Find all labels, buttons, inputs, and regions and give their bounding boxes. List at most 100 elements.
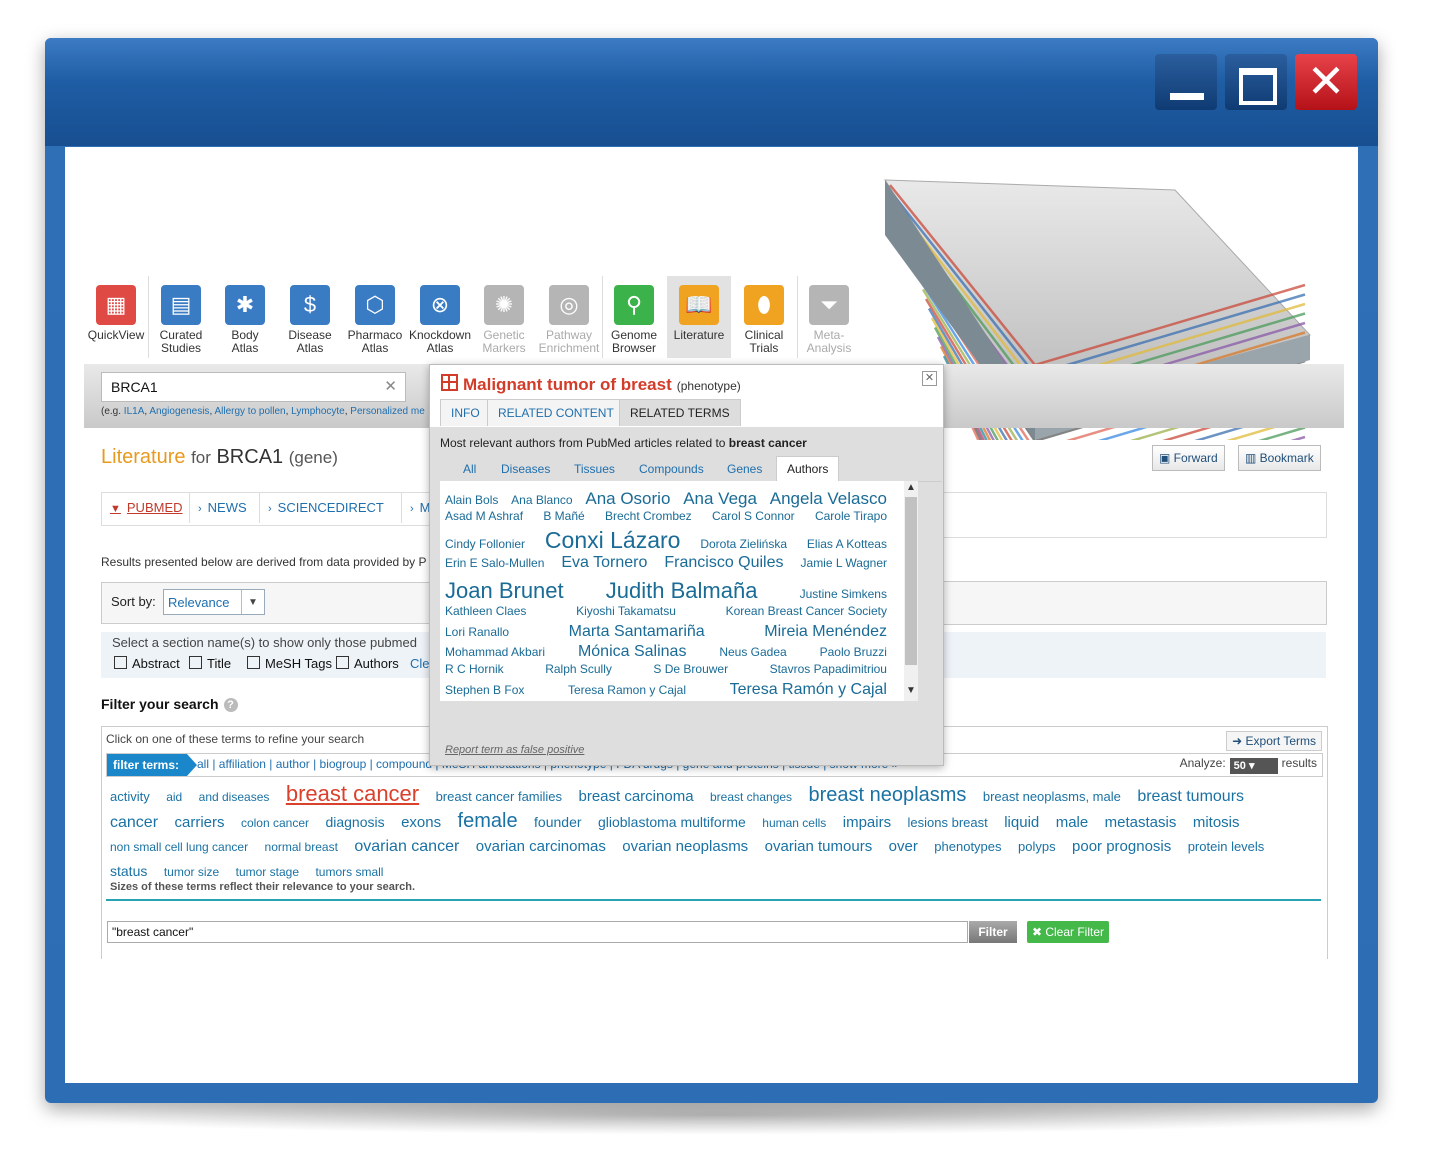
author-link[interactable]: Judith Balmaña xyxy=(606,578,758,604)
author-link[interactable]: Alain Bols xyxy=(445,493,498,507)
filter-term[interactable]: carriers xyxy=(174,814,224,831)
popup-close-icon[interactable]: ✕ xyxy=(922,371,937,386)
popup-tab-info[interactable]: INFO xyxy=(440,399,491,426)
filter-term[interactable]: ovarian neoplasms xyxy=(622,838,748,855)
filter-term[interactable]: glioblastoma multiforme xyxy=(598,814,746,830)
filter-term[interactable]: poor prognosis xyxy=(1072,838,1171,855)
source-tab-pubmed[interactable]: ▼ PUBMED xyxy=(102,493,190,523)
filter-term[interactable]: liquid xyxy=(1004,814,1039,831)
author-link[interactable]: Kathleen Claes xyxy=(445,604,526,618)
author-link[interactable]: Teresa Ramón y Cajal xyxy=(730,681,887,699)
author-tab-compounds[interactable]: Compounds xyxy=(639,457,704,481)
author-link[interactable]: Dorota Zielińska xyxy=(700,537,787,551)
filter-term[interactable]: ovarian cancer xyxy=(354,838,459,855)
filter-term[interactable]: normal breast xyxy=(265,840,338,854)
filter-term[interactable]: diagnosis xyxy=(325,814,384,830)
author-tab-authors[interactable]: Authors xyxy=(776,456,840,482)
author-link[interactable]: Kiyoshi Takamatsu xyxy=(576,604,676,618)
author-link[interactable]: R C Hornik xyxy=(445,662,504,676)
filter-term[interactable]: breast neoplasms xyxy=(809,784,967,806)
help-icon[interactable]: ? xyxy=(223,698,238,712)
author-link[interactable]: Korean Breast Cancer Society xyxy=(726,604,887,618)
author-link[interactable]: Jamie L Wagner xyxy=(801,556,887,570)
example-link[interactable]: Allergy to pollen xyxy=(214,406,285,417)
author-link[interactable]: Angela Velasco xyxy=(770,489,887,509)
filter-term[interactable]: protein levels xyxy=(1188,839,1265,854)
author-link[interactable]: Marta Santamariña xyxy=(569,623,705,641)
author-link[interactable]: Joan Brunet xyxy=(445,578,564,604)
nav-literature[interactable]: 📖 Literature xyxy=(667,276,731,358)
export-terms-button[interactable]: ➜ Export Terms xyxy=(1226,731,1322,751)
popup-tab-related-terms[interactable]: RELATED TERMS xyxy=(619,399,741,426)
filter-term[interactable]: cancer xyxy=(110,814,158,831)
filter-term[interactable]: tumors small xyxy=(315,865,383,879)
nav-quickview[interactable]: ▦ QuickView xyxy=(84,276,148,342)
filter-term[interactable]: colon cancer xyxy=(241,816,309,830)
nav-meta[interactable]: ⏷ Meta- Analysis xyxy=(797,276,861,355)
section-checkbox-authors[interactable]: Authors xyxy=(336,656,399,671)
filter-term[interactable]: aid xyxy=(166,790,182,804)
search-input[interactable]: BRCA1 ✕ xyxy=(101,372,406,402)
author-tab-tissues[interactable]: Tissues xyxy=(574,457,615,481)
filter-term[interactable]: non small cell lung cancer xyxy=(110,840,248,854)
filter-button[interactable]: Filter xyxy=(969,921,1017,943)
filter-term[interactable]: ovarian tumours xyxy=(765,838,873,855)
author-link[interactable]: Teresa Ramon y Cajal xyxy=(568,683,686,697)
clear-search-icon[interactable]: ✕ xyxy=(384,373,397,401)
maximize-button[interactable] xyxy=(1225,54,1287,110)
author-link[interactable]: Mireia Menéndez xyxy=(764,623,887,641)
example-link[interactable]: Personalized me xyxy=(350,406,424,417)
author-link[interactable]: Carol S Connor xyxy=(712,509,795,523)
author-link[interactable]: Conxi Lázaro xyxy=(545,527,681,554)
author-link[interactable]: Eva Tornero xyxy=(561,554,647,572)
example-link[interactable]: Lymphocyte xyxy=(291,406,345,417)
author-link[interactable]: Brecht Crombez xyxy=(605,509,692,523)
nav-curated[interactable]: ▤ Curated Studies xyxy=(149,276,213,355)
filter-term[interactable]: metastasis xyxy=(1105,814,1177,831)
sort-select[interactable]: Relevance ▼ xyxy=(163,589,265,615)
filter-term[interactable]: activity xyxy=(110,789,150,804)
filter-term[interactable]: and diseases xyxy=(199,790,270,804)
bookmark-button[interactable]: ▥ Bookmark xyxy=(1238,445,1321,471)
author-link[interactable]: Paolo Bruzzi xyxy=(820,645,887,659)
author-link[interactable]: Erin E Salo-Mullen xyxy=(445,556,544,570)
filter-term[interactable]: mitosis xyxy=(1193,814,1240,831)
filter-term[interactable]: female xyxy=(458,810,518,832)
author-link[interactable]: Lori Ranallo xyxy=(445,625,509,639)
filter-input[interactable]: "breast cancer" xyxy=(107,921,968,943)
example-link[interactable]: Angiogenesis xyxy=(149,406,209,417)
filter-term[interactable]: tumor stage xyxy=(236,865,299,879)
filter-term[interactable]: over xyxy=(889,838,918,855)
author-link[interactable]: Ralph Scully xyxy=(545,662,612,676)
nav-body[interactable]: ✱ Body Atlas xyxy=(213,276,277,355)
filter-term[interactable]: phenotypes xyxy=(934,839,1001,854)
scrollbar[interactable]: ▲ ▼ xyxy=(904,481,918,701)
filter-term[interactable]: breast changes xyxy=(710,790,792,804)
author-link[interactable]: Ana Blanco xyxy=(511,493,572,507)
clear-filter-button[interactable]: ✖ Clear Filter xyxy=(1027,921,1109,943)
author-link[interactable]: Ana Vega xyxy=(683,489,757,509)
nav-pathway[interactable]: ◎ Pathway Enrichment xyxy=(537,276,601,355)
nav-knockdown[interactable]: ⊗ Knockdown Atlas xyxy=(408,276,472,355)
filter-term[interactable]: human cells xyxy=(762,816,826,830)
filter-term[interactable]: polyps xyxy=(1018,839,1056,854)
filter-term[interactable]: breast cancer xyxy=(286,781,419,806)
author-tab-diseases[interactable]: Diseases xyxy=(501,457,550,481)
forward-button[interactable]: ▣ Forward xyxy=(1152,445,1225,471)
filter-term[interactable]: breast cancer families xyxy=(436,789,562,804)
author-link[interactable]: Carole Tirapo xyxy=(815,509,887,523)
filter-term[interactable]: lesions breast xyxy=(908,815,988,830)
close-button[interactable]: ✕ xyxy=(1295,54,1357,110)
scroll-down-icon[interactable]: ▼ xyxy=(904,685,918,696)
filter-term[interactable]: impairs xyxy=(843,814,891,831)
nav-disease[interactable]: $ Disease Atlas xyxy=(278,276,342,355)
section-checkbox-title[interactable]: Title xyxy=(189,656,231,671)
nav-pharmaco[interactable]: ⬡ Pharmaco Atlas xyxy=(343,276,407,355)
author-link[interactable]: S De Brouwer xyxy=(653,662,728,676)
minimize-button[interactable] xyxy=(1155,54,1217,110)
section-checkbox-abstract[interactable]: Abstract xyxy=(114,656,180,671)
author-link[interactable]: Cindy Follonier xyxy=(445,537,525,551)
author-link[interactable]: Asad M Ashraf xyxy=(445,509,523,523)
author-link[interactable]: B Mañé xyxy=(543,509,584,523)
author-link[interactable]: Ana Osorio xyxy=(585,489,670,509)
